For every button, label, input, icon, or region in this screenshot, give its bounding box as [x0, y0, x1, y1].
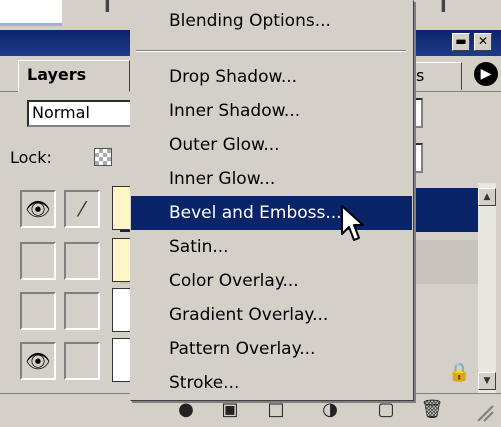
layer-visibility-toggle[interactable]: 👁	[20, 190, 56, 228]
menu-item-pattern-overlay[interactable]: Pattern Overlay...	[131, 332, 412, 366]
menu-item-color-overlay[interactable]: Color Overlay...	[131, 264, 412, 298]
menu-separator	[136, 50, 406, 52]
menu-item-bevel-and-emboss[interactable]: Bevel and Emboss...	[131, 196, 412, 230]
close-button[interactable]: ✕	[474, 33, 492, 51]
layer-link-toggle[interactable]: ⁄	[64, 190, 100, 228]
eye-icon: 👁	[25, 349, 51, 373]
top-glyph-right: I	[440, 0, 447, 17]
new-adjustment-button[interactable]: ◑	[316, 398, 344, 422]
resize-grip-icon	[477, 405, 494, 422]
new-layer-button[interactable]: ▢	[372, 398, 400, 422]
layer-visibility-toggle[interactable]: 👁	[20, 342, 56, 380]
close-icon: ✕	[477, 34, 489, 48]
minimize-button[interactable]: ▬	[452, 33, 470, 51]
scroll-up-button[interactable]: ▲	[478, 188, 496, 206]
layer-visibility-toggle[interactable]	[20, 292, 56, 330]
tab-other[interactable]: s	[412, 62, 462, 90]
menu-item-inner-shadow[interactable]: Inner Shadow...	[131, 94, 412, 128]
play-arrow-icon: ▶	[480, 66, 492, 82]
lock-icon: 🔒	[448, 362, 471, 383]
folder-icon: □	[267, 399, 285, 420]
new-layer-icon: ▢	[377, 399, 395, 420]
layer-style-button[interactable]: ●	[172, 398, 200, 422]
lock-label: Lock:	[10, 148, 52, 167]
scroll-down-button[interactable]: ▼	[478, 372, 496, 390]
arrow-up-icon: ▲	[483, 192, 491, 202]
resize-grip[interactable]	[474, 402, 494, 422]
brush-icon: ⁄	[80, 197, 84, 221]
mask-icon: ▣	[221, 399, 239, 420]
menu-item-blending-options[interactable]: Blending Options...	[131, 4, 412, 38]
adjustment-icon: ◑	[322, 399, 338, 420]
trash-icon: 🗑	[420, 399, 444, 420]
layer-list-scrollbar[interactable]	[478, 183, 496, 393]
layer-visibility-toggle[interactable]	[20, 242, 56, 280]
top-glyph-left: I	[104, 0, 111, 17]
tab-layers[interactable]: Layers	[18, 60, 130, 92]
new-set-button[interactable]: □	[262, 398, 290, 422]
layer-link-toggle[interactable]	[64, 242, 100, 280]
layer-link-toggle[interactable]	[64, 342, 100, 380]
palette-menu-button[interactable]: ▶	[474, 62, 498, 86]
add-mask-button[interactable]: ▣	[216, 398, 244, 422]
top-left-field	[0, 0, 62, 26]
arrow-cursor-icon	[340, 204, 366, 244]
menu-item-outer-glow[interactable]: Outer Glow...	[131, 128, 412, 162]
layer-link-toggle[interactable]	[64, 292, 100, 330]
lock-transparency-toggle[interactable]	[94, 148, 112, 166]
eye-icon: 👁	[25, 197, 51, 221]
menu-item-satin[interactable]: Satin...	[131, 230, 412, 264]
minimize-icon: ▬	[455, 34, 467, 48]
menu-item-inner-glow[interactable]: Inner Glow...	[131, 162, 412, 196]
menu-item-drop-shadow[interactable]: Drop Shadow...	[131, 60, 412, 94]
menu-item-stroke[interactable]: Stroke...	[131, 366, 412, 400]
arrow-down-icon: ▼	[483, 376, 491, 386]
blend-mode-select[interactable]: Normal	[27, 100, 137, 127]
layer-style-icon: ●	[178, 399, 194, 420]
menu-item-gradient-overlay[interactable]: Gradient Overlay...	[131, 298, 412, 332]
delete-layer-button[interactable]: 🗑	[418, 398, 446, 422]
